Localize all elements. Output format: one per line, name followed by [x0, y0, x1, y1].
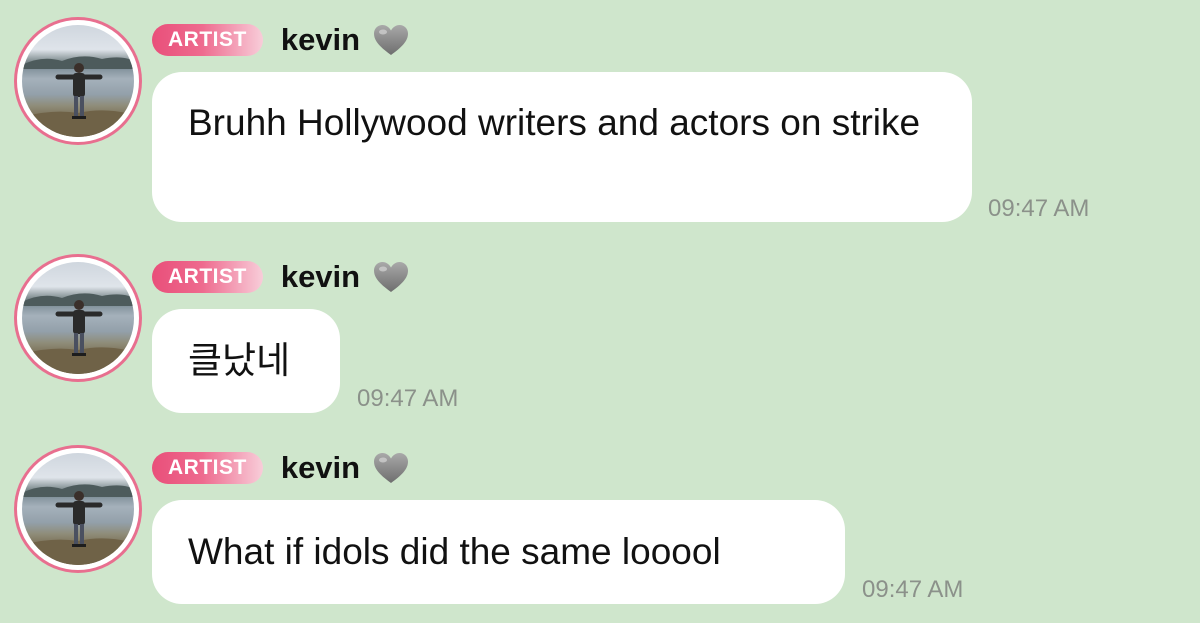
artist-badge: ARTIST — [152, 24, 263, 56]
message-header: ARTIST kevin — [152, 257, 410, 297]
message-timestamp: 09:47 AM — [357, 385, 459, 412]
message-text: 클났네 — [188, 340, 291, 381]
profile-photo — [22, 453, 134, 565]
author-name[interactable]: kevin — [281, 22, 360, 58]
avatar[interactable] — [17, 448, 139, 570]
avatar[interactable] — [17, 257, 139, 379]
artist-badge: ARTIST — [152, 261, 263, 293]
message-header: ARTIST kevin — [152, 20, 410, 60]
artist-badge: ARTIST — [152, 452, 263, 484]
message-text: Bruhh Hollywood writers and actors on st… — [188, 102, 921, 143]
message-bubble[interactable]: Bruhh Hollywood writers and actors on st… — [152, 72, 972, 222]
author-name[interactable]: kevin — [281, 450, 360, 486]
message-bubble[interactable]: What if idols did the same looool — [152, 500, 845, 604]
profile-photo — [22, 25, 134, 137]
message-text: What if idols did the same looool — [188, 531, 721, 572]
message-header: ARTIST kevin — [152, 448, 410, 488]
message-bubble[interactable]: 클났네 — [152, 309, 340, 413]
profile-photo — [22, 262, 134, 374]
grey-heart-icon — [372, 23, 410, 57]
message-timestamp: 09:47 AM — [862, 576, 964, 603]
grey-heart-icon — [372, 451, 410, 485]
author-name[interactable]: kevin — [281, 259, 360, 295]
grey-heart-icon — [372, 260, 410, 294]
avatar[interactable] — [17, 20, 139, 142]
message-timestamp: 09:47 AM — [988, 195, 1090, 222]
